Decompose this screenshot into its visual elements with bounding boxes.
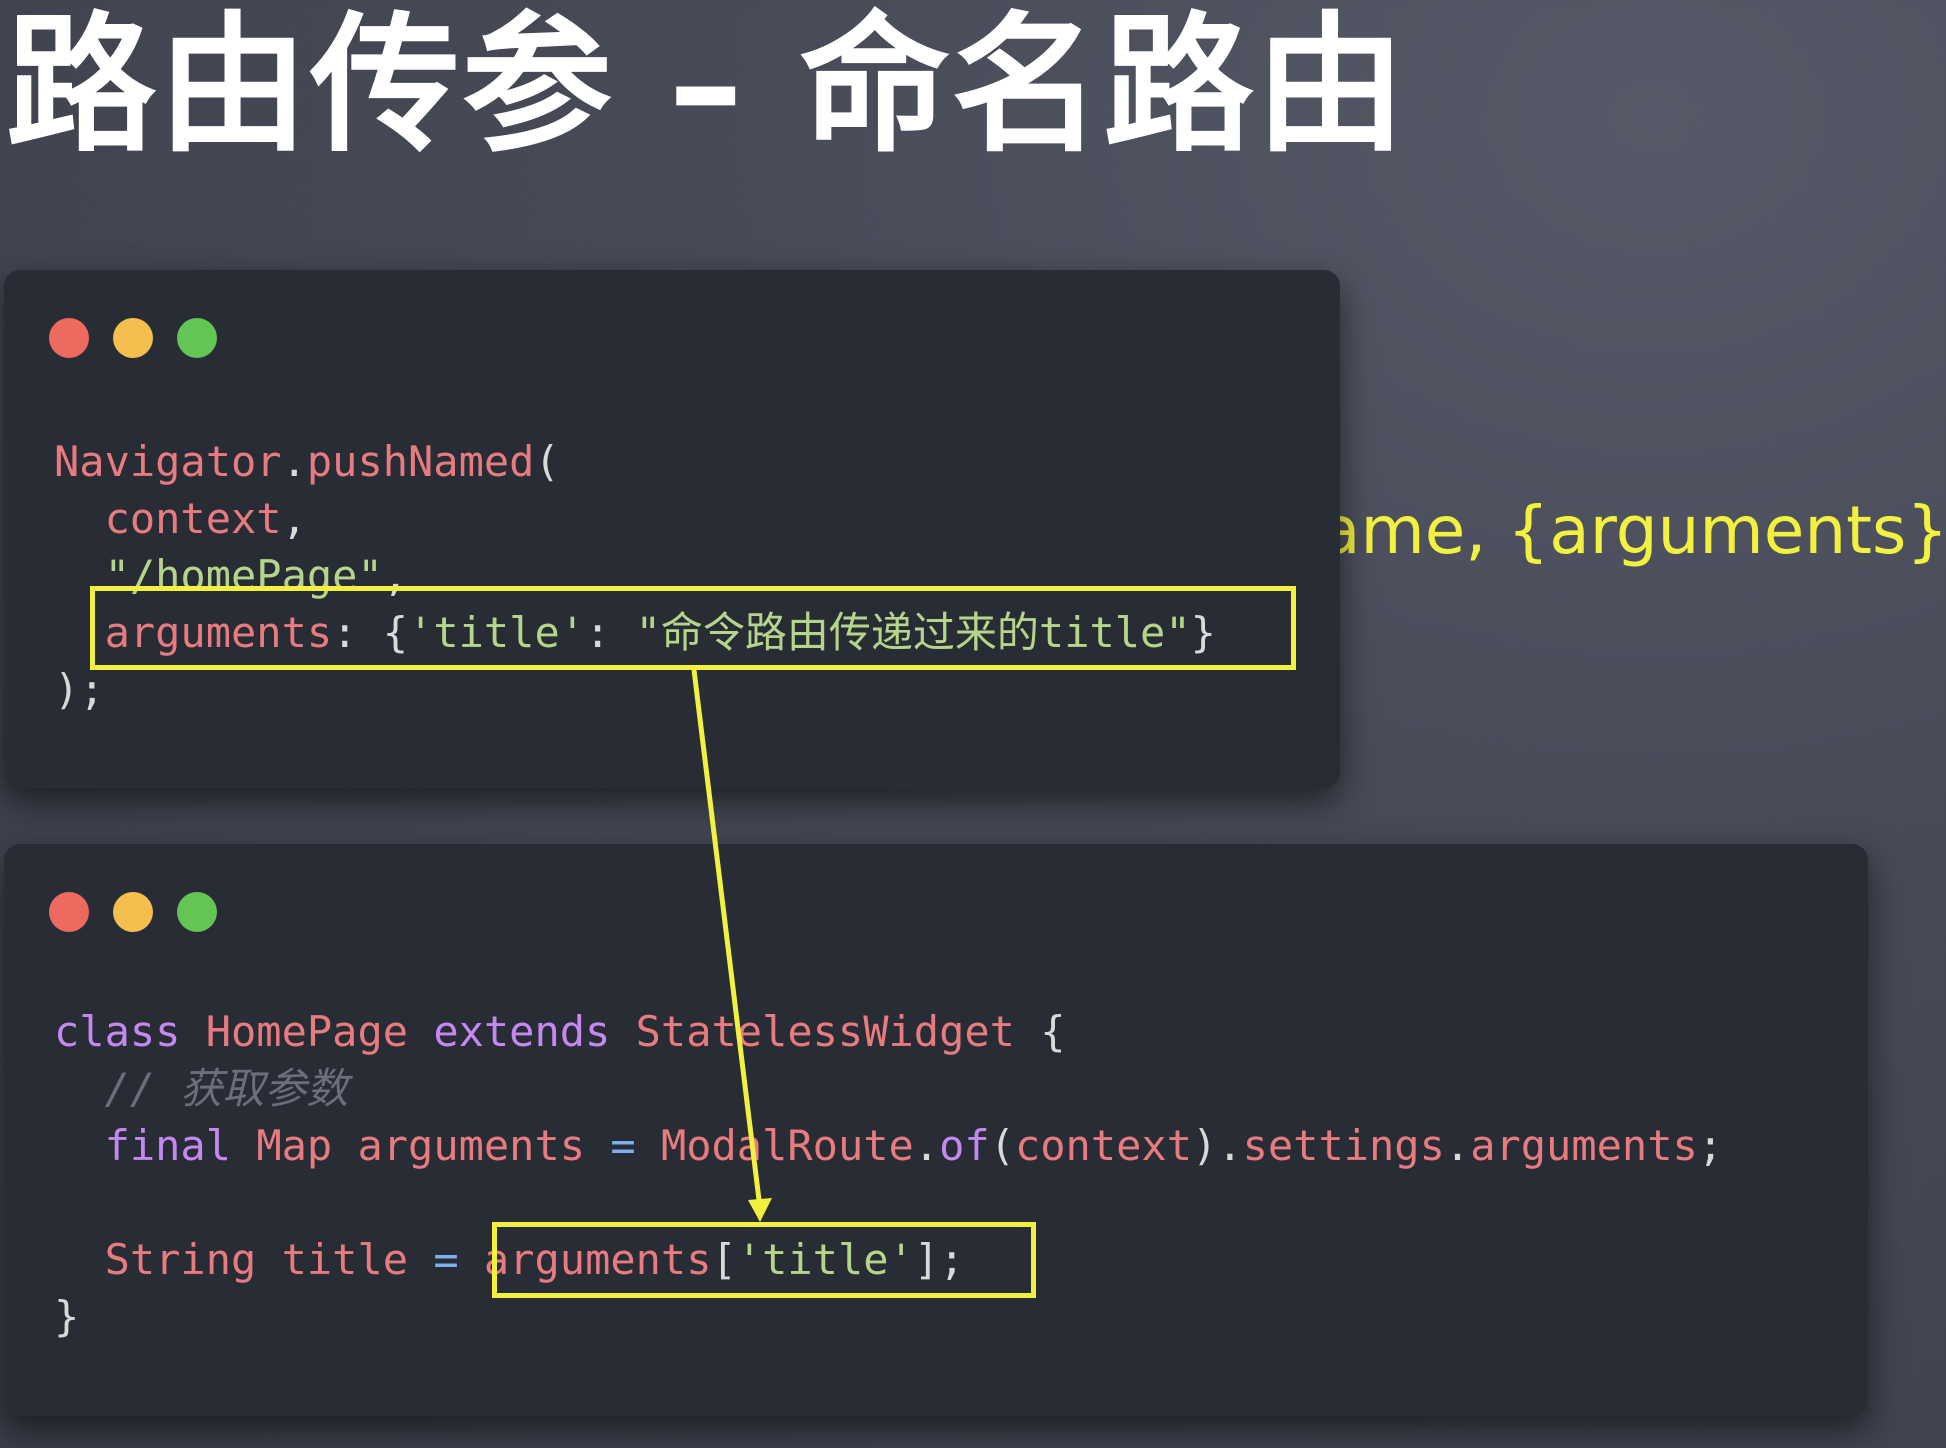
token-settings: settings — [1242, 1121, 1445, 1170]
code-line-1: class HomePage extends StatelessWidget { — [54, 1003, 1723, 1060]
token-modal-route: ModalRoute — [660, 1121, 914, 1170]
token-map-type: Map — [256, 1121, 333, 1170]
token-dot: . — [281, 437, 307, 486]
token-comment: // 获取参数 — [104, 1064, 349, 1113]
token-of: of — [939, 1121, 990, 1170]
code-line-2: context, — [54, 490, 1216, 547]
minimize-dot-icon — [113, 892, 153, 932]
token-title-var: title — [281, 1235, 409, 1284]
token-paren: ( — [989, 1121, 1015, 1170]
token-navigator: Navigator — [54, 437, 282, 486]
code-block-push-named: Navigator.pushNamed( context, "/homePage… — [54, 433, 1216, 718]
maximize-dot-icon — [177, 318, 217, 358]
token-context: context — [104, 494, 282, 543]
token-paren: ) — [1192, 1121, 1218, 1170]
token-close: ); — [54, 665, 105, 714]
window-controls — [49, 892, 217, 932]
close-dot-icon — [49, 318, 89, 358]
token-equals: = — [610, 1121, 636, 1170]
window-controls — [49, 318, 217, 358]
token-arguments-var: arguments — [357, 1121, 586, 1170]
token-class-name: HomePage — [205, 1007, 409, 1056]
token-context: context — [1014, 1121, 1192, 1170]
token-dot: . — [1444, 1121, 1471, 1170]
token-dot: . — [1217, 1121, 1243, 1170]
token-class-keyword: class — [54, 1007, 181, 1056]
minimize-dot-icon — [113, 318, 153, 358]
token-equals: = — [433, 1235, 459, 1284]
token-semicolon: ; — [1697, 1121, 1724, 1170]
close-dot-icon — [49, 892, 89, 932]
token-brace: } — [54, 1292, 80, 1341]
token-arguments-prop: arguments — [1470, 1121, 1698, 1170]
code-line-1: Navigator.pushNamed( — [54, 433, 1216, 490]
token-string-type: String — [104, 1235, 257, 1284]
token-comma: , — [281, 494, 307, 543]
token-final-keyword: final — [104, 1121, 232, 1170]
maximize-dot-icon — [177, 892, 217, 932]
code-line-3: final Map arguments = ModalRoute.of(cont… — [54, 1117, 1723, 1174]
token-dot: . — [913, 1121, 940, 1170]
token-paren: ( — [534, 437, 560, 486]
highlight-arguments-box — [90, 586, 1296, 670]
code-window-push-named: Navigator.pushNamed( context, "/homePage… — [4, 270, 1340, 788]
token-push-named: pushNamed — [306, 437, 535, 486]
token-extends-keyword: extends — [433, 1007, 611, 1056]
token-super-class: StatelessWidget — [635, 1007, 1015, 1056]
code-line-2: // 获取参数 — [54, 1060, 1723, 1117]
code-window-home-page: class HomePage extends StatelessWidget {… — [4, 844, 1868, 1416]
background-code-snippet: ame, {arguments}) — [1320, 492, 1946, 569]
highlight-title-access-box — [492, 1222, 1036, 1298]
token-brace: { — [1040, 1007, 1066, 1056]
slide-title: 路由传参 – 命名路由 — [6, 0, 1408, 173]
